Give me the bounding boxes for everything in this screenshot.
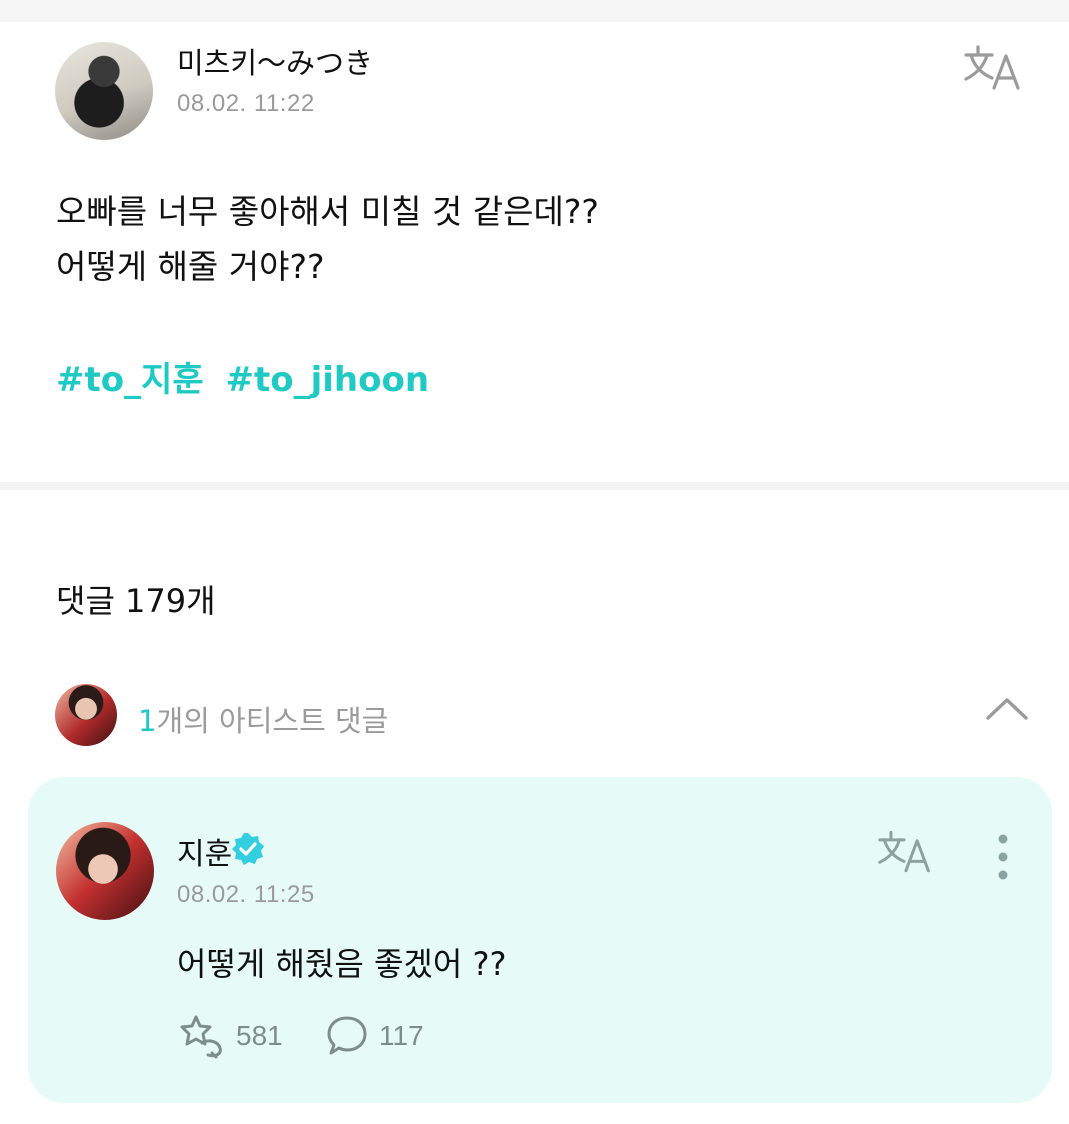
hashtag-list: #to_지훈 #to_jihoon xyxy=(56,352,439,401)
comment-author-name[interactable]: 지훈 xyxy=(177,829,232,873)
hashtag-link[interactable]: #to_jihoon xyxy=(226,360,430,400)
post: 미츠키〜みつき 08.02. 11:22 오빠를 너무 좋아해서 미칠 것 같은… xyxy=(0,22,1069,482)
top-strip xyxy=(0,0,1069,22)
reply-button[interactable]: 117 xyxy=(325,1013,424,1059)
comment-timestamp: 08.02. 11:25 xyxy=(177,881,315,908)
speech-bubble-icon xyxy=(327,1016,367,1055)
cheer-icon xyxy=(180,1015,222,1059)
author-name[interactable]: 미츠키〜みつき xyxy=(177,40,373,82)
author-avatar[interactable] xyxy=(55,42,153,140)
artist-comment-count: 1 xyxy=(138,704,157,738)
artist-comment-label-text: 개의 아티스트 댓글 xyxy=(156,704,389,738)
artist-comments-toggle[interactable]: 1개의 아티스트 댓글 xyxy=(0,676,1069,752)
cheer-button[interactable]: 581 xyxy=(178,1013,283,1059)
artist-comment-card: 지훈 08.02. 11:25 어떻게 해줬음 좋겠어 ?? 581 117 xyxy=(28,777,1052,1103)
comment-author-avatar[interactable] xyxy=(56,822,154,920)
translate-icon[interactable] xyxy=(876,829,934,875)
reply-count: 117 xyxy=(379,1020,424,1051)
post-body-line: 어떻게 해줄 거야?? xyxy=(56,247,325,286)
chevron-up-icon[interactable] xyxy=(984,694,1030,724)
comment-text: 어떻게 해줬음 좋겠어 ?? xyxy=(177,945,507,983)
post-body: 오빠를 너무 좋아해서 미칠 것 같은데?? 어떻게 해줄 거야?? xyxy=(56,184,599,294)
post-body-line: 오빠를 너무 좋아해서 미칠 것 같은데?? xyxy=(56,192,599,231)
verified-badge-icon xyxy=(232,833,264,865)
comments-count: 댓글 179개 xyxy=(56,582,216,620)
post-timestamp: 08.02. 11:22 xyxy=(177,90,315,117)
more-vertical-icon[interactable] xyxy=(990,833,1016,881)
hashtag-link[interactable]: #to_지훈 xyxy=(56,360,204,400)
cheer-count: 581 xyxy=(236,1020,283,1051)
artist-comments-label: 1개의 아티스트 댓글 xyxy=(138,698,388,740)
section-divider xyxy=(0,482,1069,490)
translate-icon[interactable] xyxy=(962,44,1024,92)
artist-avatar xyxy=(55,684,117,746)
